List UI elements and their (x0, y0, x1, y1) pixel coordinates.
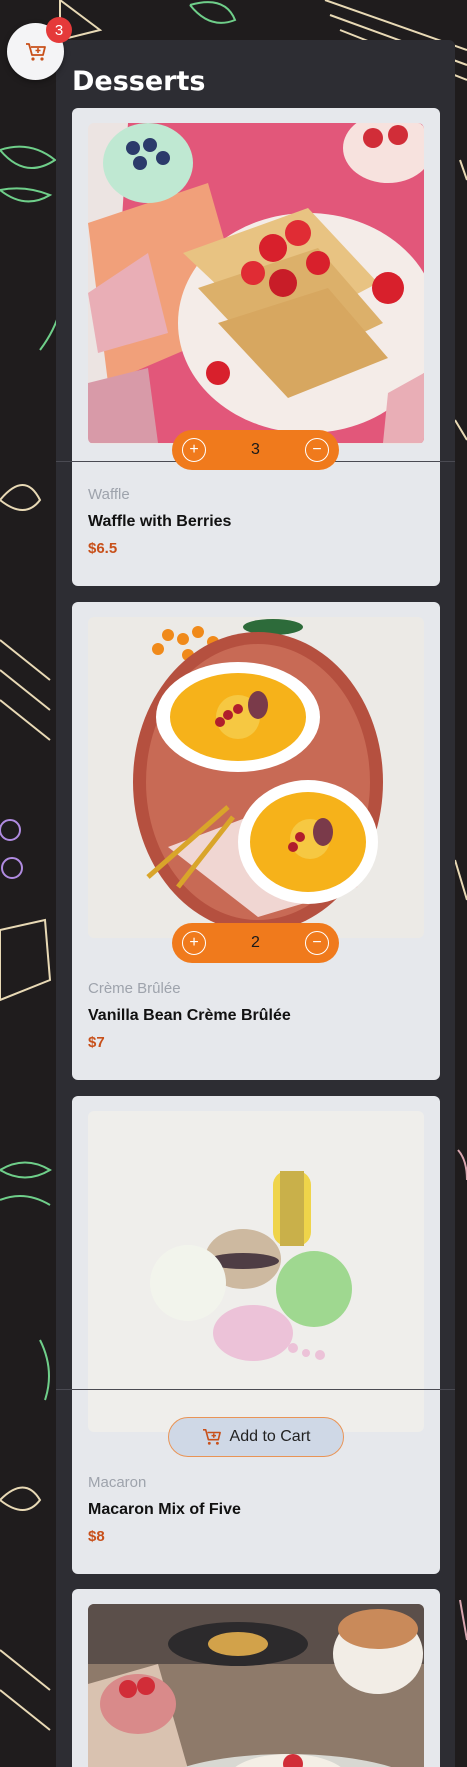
product-category: Macaron (88, 1474, 147, 1491)
add-to-cart-label: Add to Cart (229, 1428, 311, 1445)
minus-icon: − (312, 441, 322, 458)
product-name: Waffle with Berries (88, 513, 232, 530)
product-photo-cake (88, 1604, 424, 1767)
product-card-creme-brulee: Crème Brûlée Vanilla Bean Crème Brûlée $… (72, 602, 440, 1080)
product-photo-creme-brulee (88, 617, 424, 938)
product-category: Waffle (88, 486, 130, 503)
quantity-value: 3 (251, 441, 260, 458)
product-card-waffle: Waffle Waffle with Berries $6.5 (72, 108, 440, 586)
product-photo-macaron (88, 1111, 424, 1432)
quantity-stepper-waffle: + 3 − (172, 430, 339, 470)
increment-button[interactable]: + (182, 438, 206, 462)
plus-icon: + (189, 441, 199, 458)
product-price: $8 (88, 1528, 105, 1545)
decrement-button[interactable]: − (305, 438, 329, 462)
page-title: Desserts (72, 66, 206, 97)
plus-icon: + (189, 934, 199, 951)
product-name: Vanilla Bean Crème Brûlée (88, 1007, 291, 1024)
quantity-stepper-creme-brulee: + 2 − (172, 923, 339, 963)
product-card-macaron: Macaron Macaron Mix of Five $8 (72, 1096, 440, 1574)
cart-plus-icon (25, 42, 46, 61)
product-price: $7 (88, 1034, 105, 1051)
divider (56, 1389, 455, 1390)
increment-button[interactable]: + (182, 931, 206, 955)
product-photo-waffle (88, 123, 424, 444)
minus-icon: − (312, 934, 322, 951)
cart-count-badge: 3 (46, 17, 72, 43)
product-category: Crème Brûlée (88, 980, 181, 997)
quantity-value: 2 (251, 934, 260, 951)
add-to-cart-button[interactable]: Add to Cart (168, 1417, 344, 1457)
decrement-button[interactable]: − (305, 931, 329, 955)
product-name: Macaron Mix of Five (88, 1501, 241, 1518)
product-price: $6.5 (88, 540, 118, 557)
cart-plus-icon (202, 1428, 221, 1445)
product-card-cake (72, 1589, 440, 1767)
